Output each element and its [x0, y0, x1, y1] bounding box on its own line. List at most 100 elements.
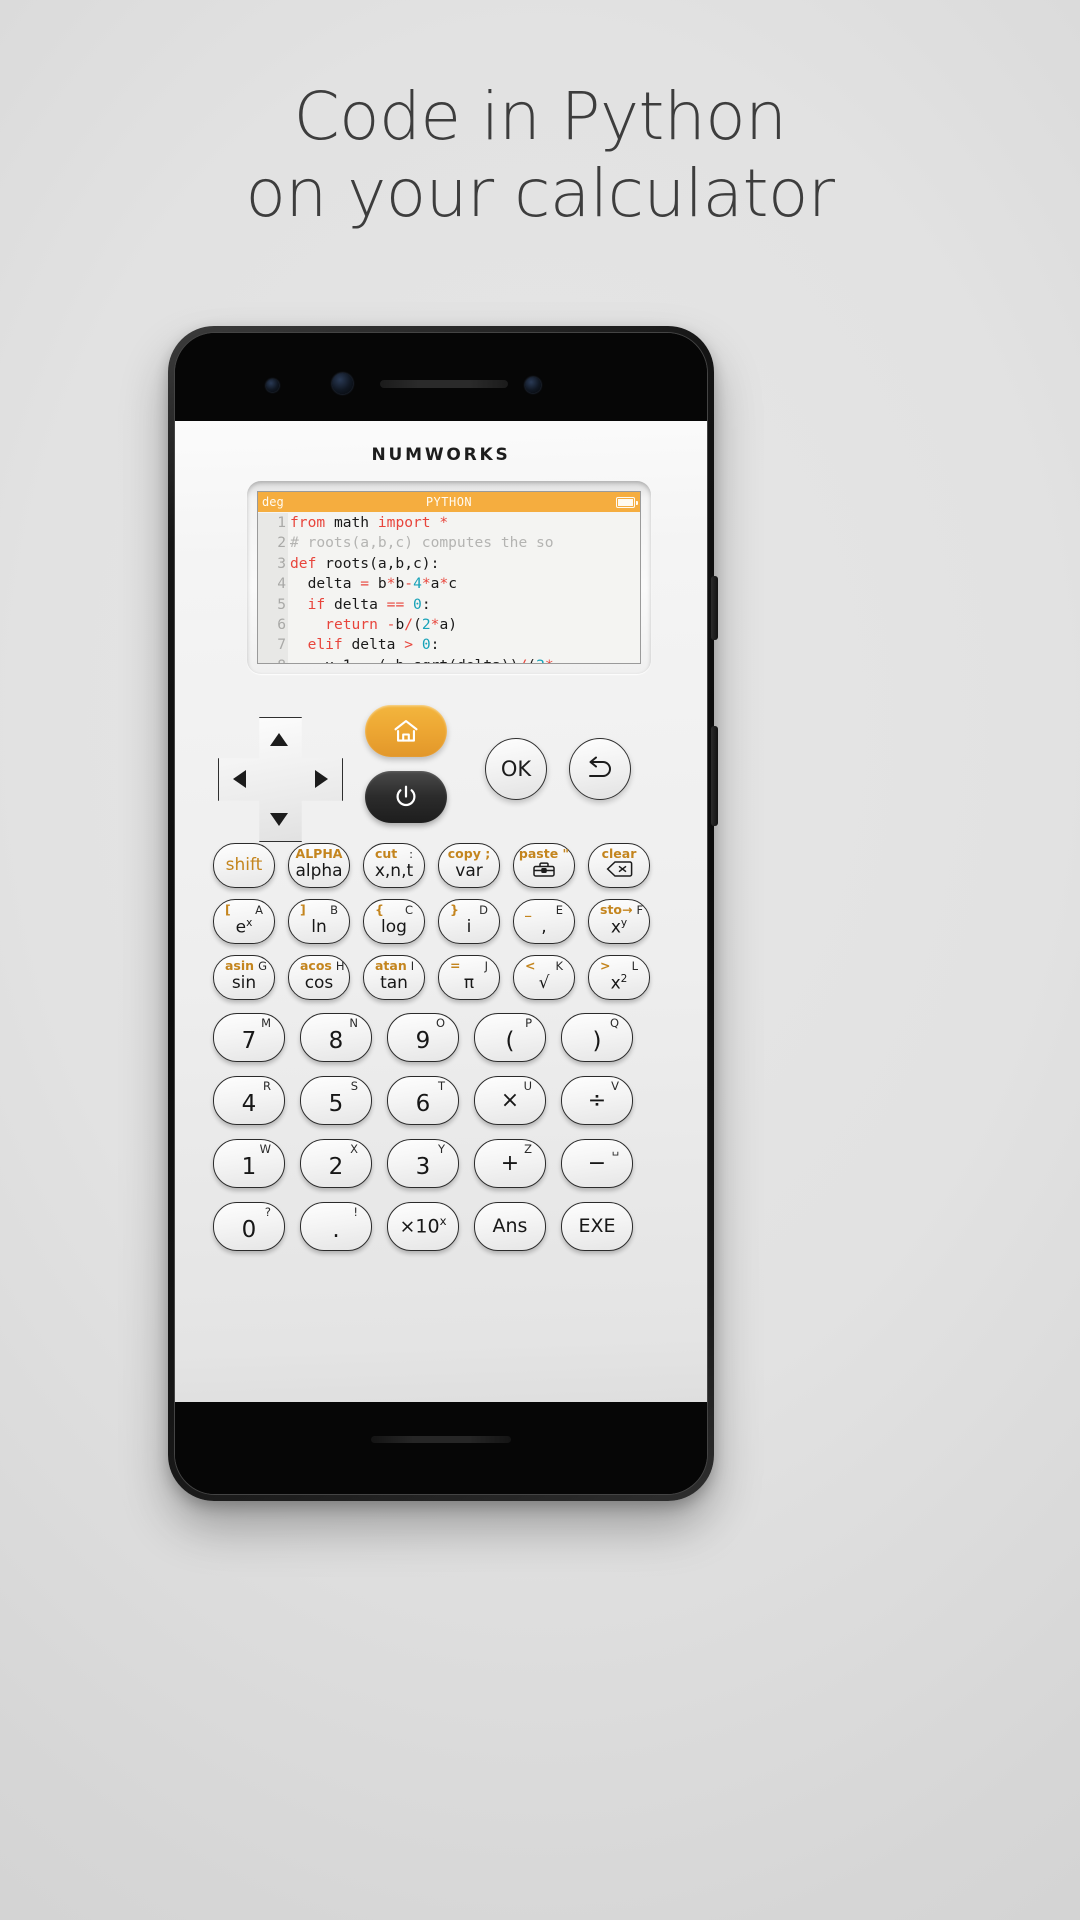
key-alpha-label: E [555, 903, 563, 917]
code-line[interactable]: 8 x_1 = (-b-sqrt(delta))/(2* [258, 655, 640, 663]
key-secondary-labels: M [214, 1016, 284, 1030]
key-alpha-label: ! [353, 1205, 358, 1219]
code-line[interactable]: 2 # roots(a,b,c) computes the so [258, 533, 640, 554]
key-cos[interactable]: acos Hcos [288, 955, 350, 1000]
undo-arrow-icon [589, 756, 611, 777]
phone-top-bar [175, 333, 707, 421]
key-primary-label: 3 [415, 1154, 431, 1180]
key-primary-label: 5 [328, 1091, 344, 1117]
key-shift[interactable]: shift [213, 843, 275, 888]
key-primary-label: π [463, 972, 475, 993]
key-sin[interactable]: asin Gsin [213, 955, 275, 1000]
key-x[interactable]: > Lx2 [588, 955, 650, 1000]
key-alpha-label: M [261, 1016, 271, 1030]
arrow-down-icon[interactable] [270, 813, 288, 826]
key-alpha-label: : [409, 847, 413, 861]
key-alpha[interactable]: ALPHA alpha [288, 843, 350, 888]
code-line[interactable]: 6 return -b/(2*a) [258, 614, 640, 636]
key-secondary-labels: asin G [214, 958, 274, 973]
key-secondary-labels: Y [388, 1143, 458, 1156]
key-secondary-labels: R [214, 1080, 284, 1093]
arrow-left-icon[interactable] [233, 770, 246, 788]
code-line[interactable]: 7 elif delta > 0: [258, 635, 640, 656]
phone-bottom-bar [175, 1402, 707, 1494]
arrow-up-icon[interactable] [270, 733, 288, 746]
power-button[interactable] [365, 771, 447, 823]
key-key[interactable]: < K √ [513, 955, 575, 1000]
home-icon [394, 720, 418, 742]
key-x-y[interactable]: sto→ Fxy [588, 899, 650, 944]
key-7[interactable]: M7 [213, 1013, 285, 1062]
key-key[interactable]: Z + [474, 1139, 546, 1188]
key-primary-label: √ [538, 972, 550, 993]
key-secondary-labels: P [475, 1017, 545, 1030]
line-number: 7 [258, 635, 288, 656]
key-5[interactable]: S5 [300, 1076, 372, 1125]
line-number: 5 [258, 594, 288, 615]
key-0[interactable]: ? 0 [213, 1202, 285, 1251]
key-2[interactable]: X2 [300, 1139, 372, 1188]
key-secondary-labels: ! [301, 1205, 371, 1219]
key-row: M 7 N 8 O 9 P( Q) [175, 1013, 707, 1062]
key-secondary-labels: U [475, 1080, 545, 1093]
key-i[interactable]: } Di [438, 899, 500, 944]
key-key[interactable]: = Jπ [438, 955, 500, 1000]
key-ans[interactable]: Ans [474, 1202, 546, 1251]
code-line[interactable]: 3 def roots(a,b,c): [258, 553, 640, 575]
code-line[interactable]: 5 if delta == 0: [258, 594, 640, 615]
back-button[interactable] [569, 738, 631, 800]
calculator-screen[interactable]: deg PYTHON 1 from math import * 2 # roots(a… [257, 491, 641, 664]
key-shift-label: } [450, 902, 459, 917]
python-code-editor[interactable]: 1 from math import * 2 # roots(a,b,c) compu… [258, 512, 640, 663]
key-3[interactable]: Y3 [387, 1139, 459, 1188]
key-primary-label: shift [225, 855, 263, 875]
key-key[interactable]: _ E, [513, 899, 575, 944]
key-alpha-label: K [555, 959, 563, 973]
key-alpha-label: N [349, 1016, 358, 1030]
key-primary-label: x2 [610, 972, 628, 994]
key-1[interactable]: W1 [213, 1139, 285, 1188]
code-line[interactable]: 1 from math import * [258, 513, 640, 534]
key-10[interactable]: ×10x [387, 1202, 459, 1251]
key-tan[interactable]: atan Itan [363, 955, 425, 1000]
key-secondary-labels: O [388, 1017, 458, 1030]
power-icon [396, 785, 416, 807]
key-primary-label: ÷ [587, 1087, 607, 1113]
key-shift-label: cut [375, 846, 398, 861]
key-primary-label: alpha [295, 860, 343, 881]
key-key[interactable]: !. [300, 1202, 372, 1251]
key-exe[interactable]: EXE [561, 1202, 633, 1251]
key-key[interactable]: P( [474, 1013, 546, 1062]
key-secondary-labels: Z [475, 1143, 545, 1156]
key-key[interactable]: ␣ − [561, 1139, 633, 1188]
key-primary-label: log [381, 916, 407, 937]
line-number: 8 [258, 655, 288, 663]
key-ln[interactable]: ] Bln [288, 899, 350, 944]
key-delete-icon[interactable]: clear [588, 843, 650, 888]
key-8[interactable]: N8 [300, 1013, 372, 1062]
key-key[interactable]: U × [474, 1076, 546, 1125]
key-log[interactable]: {Clog [363, 899, 425, 944]
home-button[interactable] [365, 705, 447, 757]
key-shift-label: ALPHA [295, 846, 343, 861]
key-primary-label: cos [304, 972, 334, 993]
arrow-right-icon[interactable] [315, 770, 328, 788]
key-4[interactable]: R4 [213, 1076, 285, 1125]
key-key[interactable]: Q) [561, 1013, 633, 1062]
power-side-button[interactable] [711, 726, 718, 826]
key-shift-label: asin [225, 958, 255, 973]
key-x-n-t[interactable]: cut: x,n,t [363, 843, 425, 888]
key-key[interactable]: V ÷ [561, 1076, 633, 1125]
key-primary-label: tan [380, 972, 408, 993]
key-e-x[interactable]: [Aex [213, 899, 275, 944]
ok-button[interactable]: OK [485, 738, 547, 800]
key-9[interactable]: O9 [387, 1013, 459, 1062]
code-line-text: delta = b*b-4*a*c [290, 575, 458, 593]
volume-button[interactable] [711, 576, 718, 640]
dpad[interactable] [218, 717, 343, 842]
phone-mockup: NUMWORKS deg PYTHON 1 from math import * 2… [168, 326, 718, 1501]
key-6[interactable]: T6 [387, 1076, 459, 1125]
code-line[interactable]: 4 delta = b*b-4*a*c [258, 574, 640, 595]
key-toolbox-icon[interactable]: paste " [513, 843, 575, 888]
key-var[interactable]: copy ; var [438, 843, 500, 888]
